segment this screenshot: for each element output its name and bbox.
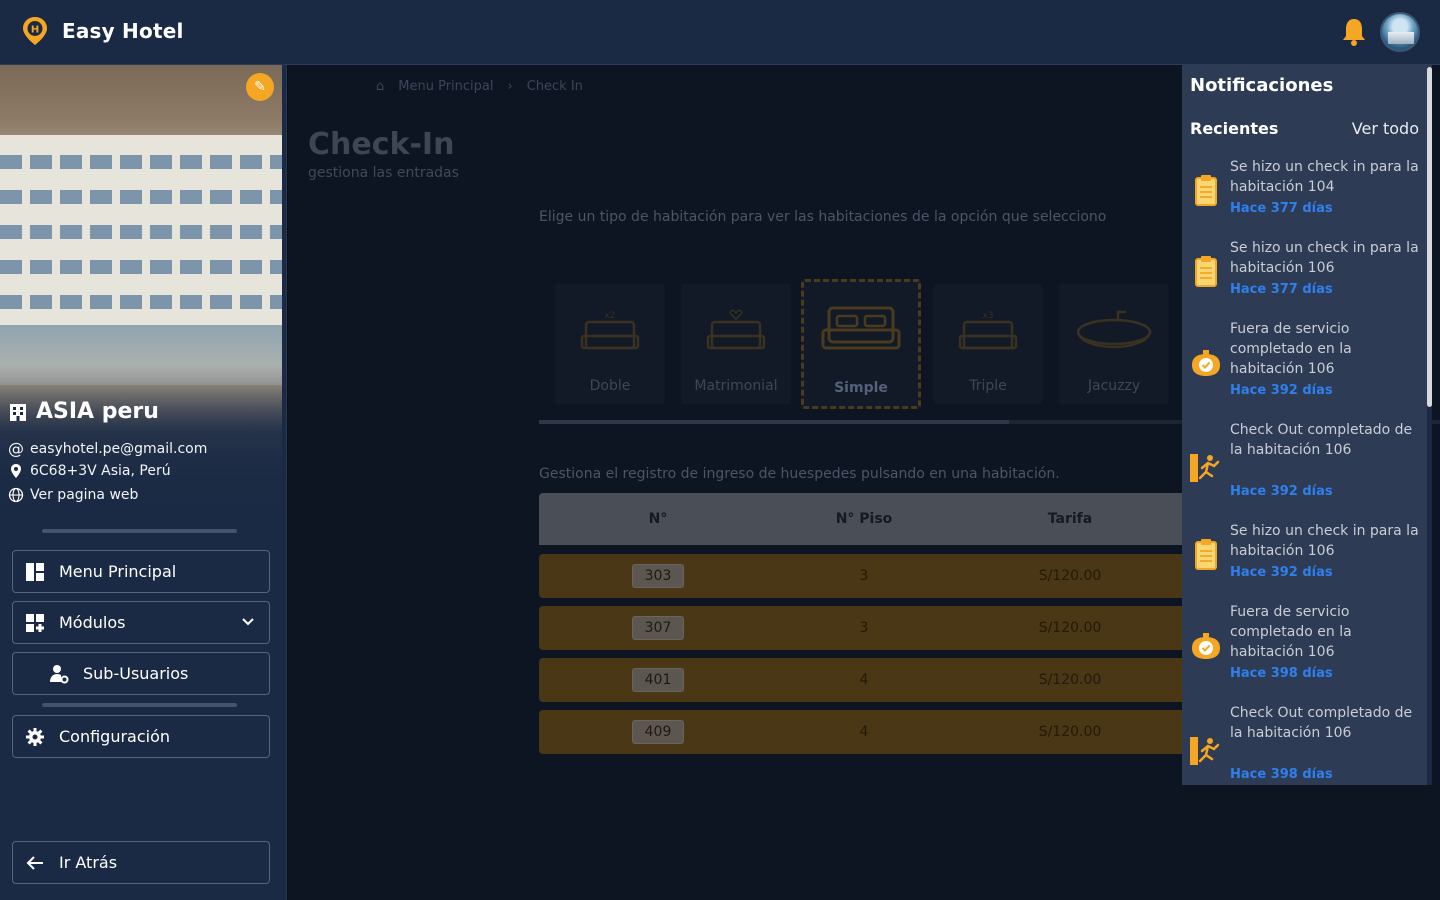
table-row[interactable]: 303 3 S/120.00 bbox=[539, 554, 1199, 598]
pencil-icon: ✎ bbox=[254, 79, 266, 95]
arrow-left-icon bbox=[26, 855, 43, 870]
service-done-icon bbox=[1192, 350, 1220, 376]
room-type-doble[interactable]: x2 Doble bbox=[555, 284, 665, 404]
globe-icon bbox=[8, 487, 24, 503]
exit-icon bbox=[1190, 454, 1220, 482]
room-floor: 4 bbox=[859, 672, 869, 688]
user-avatar[interactable] bbox=[1380, 12, 1420, 52]
page-subtitle: gestiona las entradas bbox=[308, 165, 459, 181]
table-row[interactable]: 307 3 S/120.00 bbox=[539, 606, 1199, 650]
col-header-num: N° bbox=[648, 511, 668, 527]
nav-configuracion[interactable]: Configuración bbox=[12, 715, 270, 758]
room-floor: 4 bbox=[859, 724, 869, 740]
bell-icon[interactable] bbox=[1340, 16, 1368, 48]
location-pin-icon bbox=[11, 464, 21, 478]
dashboard-icon bbox=[26, 562, 44, 581]
building-icon bbox=[10, 403, 26, 421]
room-type-triple[interactable]: x3 Triple bbox=[933, 284, 1043, 404]
notification-item[interactable]: Check Out completado de la habitación 10… bbox=[1182, 420, 1432, 520]
clipboard-icon bbox=[1195, 175, 1217, 206]
table-row[interactable]: 401 4 S/120.00 bbox=[539, 658, 1199, 702]
room-type-simple[interactable]: Simple bbox=[801, 279, 921, 409]
room-number: 401 bbox=[631, 668, 685, 692]
notification-item[interactable]: Se hizo un check in para la habitación 1… bbox=[1182, 157, 1432, 237]
room-rate: S/120.00 bbox=[1038, 568, 1102, 584]
page-title: Check-In bbox=[308, 127, 455, 162]
room-number: 303 bbox=[631, 564, 685, 588]
brand[interactable]: H Easy Hotel bbox=[22, 16, 184, 46]
room-type-matrimonial[interactable]: Matrimonial bbox=[681, 284, 791, 404]
sidebar-divider bbox=[42, 529, 237, 533]
breadcrumb-current: Check In bbox=[526, 79, 583, 94]
bed-x2-icon: x2 bbox=[580, 311, 640, 350]
notification-item[interactable]: Fuera de servicio completado en la habit… bbox=[1182, 319, 1432, 419]
chevron-down-icon[interactable] bbox=[241, 614, 255, 628]
at-icon: @ bbox=[8, 439, 24, 458]
sidebar: ✎ ASIA peru @ easyhotel.pe@gmail.com 6C6… bbox=[0, 65, 287, 900]
exit-icon bbox=[1190, 737, 1220, 765]
edit-photo-button[interactable]: ✎ bbox=[246, 73, 274, 101]
hotel-pin-logo-icon: H bbox=[23, 17, 47, 45]
home-icon[interactable]: ⌂ bbox=[376, 79, 384, 94]
clipboard-icon bbox=[1195, 539, 1217, 570]
room-floor: 3 bbox=[859, 568, 869, 584]
hotel-cover-photo: ✎ ASIA peru @ easyhotel.pe@gmail.com 6C6… bbox=[0, 65, 282, 515]
room-rate: S/120.00 bbox=[1038, 672, 1102, 688]
nav-modulos[interactable]: Módulos bbox=[12, 601, 270, 644]
gear-icon bbox=[26, 727, 44, 746]
col-header-rate: Tarifa bbox=[1047, 511, 1093, 527]
room-floor: 3 bbox=[859, 620, 869, 636]
table-row[interactable]: 409 4 S/120.00 bbox=[539, 710, 1199, 754]
notifications-recent-label: Recientes bbox=[1190, 119, 1279, 138]
nav-menu-principal[interactable]: Menu Principal bbox=[12, 550, 270, 593]
breadcrumb: ⌂ Menu Principal › Check In bbox=[376, 79, 583, 94]
chevron-right-icon: › bbox=[507, 79, 513, 94]
rooms-table-header: N° N° Piso Tarifa bbox=[539, 493, 1199, 545]
svg-text:x2: x2 bbox=[604, 311, 615, 321]
room-number: 307 bbox=[631, 616, 685, 640]
notifications-scrollbar[interactable] bbox=[1427, 67, 1432, 785]
modules-icon bbox=[26, 613, 44, 632]
notification-item[interactable]: Fuera de servicio completado en la habit… bbox=[1182, 602, 1432, 702]
app-name: Easy Hotel bbox=[62, 19, 184, 43]
sidebar-divider bbox=[42, 703, 237, 707]
hotel-name-text: ASIA peru bbox=[36, 399, 159, 424]
back-button[interactable]: Ir Atrás bbox=[12, 841, 270, 884]
top-bar: H Easy Hotel bbox=[0, 0, 1440, 65]
user-settings-icon bbox=[50, 664, 69, 683]
room-number: 409 bbox=[631, 720, 685, 744]
notification-item[interactable]: Se hizo un check in para la habitación 1… bbox=[1182, 521, 1432, 601]
room-type-jacuzzy[interactable]: Jacuzzy bbox=[1059, 284, 1169, 404]
hotel-email: @ easyhotel.pe@gmail.com bbox=[8, 439, 208, 458]
clipboard-icon bbox=[1195, 256, 1217, 287]
single-bed-icon bbox=[821, 306, 901, 350]
nav-sub-usuarios[interactable]: Sub-Usuarios bbox=[12, 652, 270, 695]
notifications-title: Notificaciones bbox=[1190, 75, 1334, 96]
hotel-address: 6C68+3V Asia, Perú bbox=[8, 463, 171, 479]
bed-x3-icon: x3 bbox=[958, 311, 1018, 350]
service-done-icon bbox=[1192, 633, 1220, 659]
room-type-instructions: Elige un tipo de habitación para ver las… bbox=[539, 209, 1107, 225]
room-rate: S/120.00 bbox=[1038, 724, 1102, 740]
bed-heart-icon bbox=[706, 309, 766, 350]
notification-item[interactable]: Se hizo un check in para la habitación 1… bbox=[1182, 238, 1432, 318]
hotel-name: ASIA peru bbox=[8, 399, 159, 424]
jacuzzi-icon bbox=[1076, 310, 1152, 349]
hotel-website-link[interactable]: Ver pagina web bbox=[8, 487, 138, 503]
col-header-floor: N° Piso bbox=[835, 511, 893, 527]
view-all-link[interactable]: Ver todo bbox=[1352, 119, 1419, 138]
room-rate: S/120.00 bbox=[1038, 620, 1102, 636]
svg-text:x3: x3 bbox=[982, 311, 993, 321]
svg-text:H: H bbox=[31, 25, 39, 36]
notifications-panel: Notificaciones Recientes Ver todo Se hiz… bbox=[1182, 65, 1432, 785]
photo-building bbox=[0, 135, 282, 325]
notification-item[interactable]: Check Out completado de la habitación 10… bbox=[1182, 703, 1432, 785]
table-instructions: Gestiona el registro de ingreso de huesp… bbox=[539, 466, 1060, 482]
breadcrumb-home[interactable]: Menu Principal bbox=[398, 79, 493, 94]
